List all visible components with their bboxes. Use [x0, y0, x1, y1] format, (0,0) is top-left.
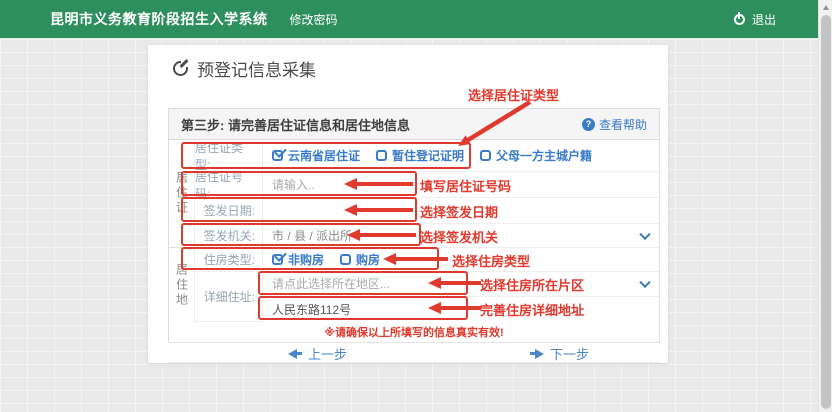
permit-number-cell [263, 172, 659, 198]
group-label-permit: 居住证 [169, 140, 195, 248]
page-title-text: 预登记信息采集 [197, 56, 316, 81]
permit-number-label: 居住证号码: [195, 172, 263, 198]
option-non-purchase[interactable]: 非购房 [272, 251, 324, 268]
option-parent-hukou[interactable]: 父母一方主城户籍 [480, 147, 592, 164]
address-area-select[interactable] [272, 277, 472, 291]
address-detail-input[interactable] [272, 303, 472, 317]
validity-notice: ※请确保以上所填写的信息真实有效! [169, 322, 659, 342]
step-nav: 上一步 下一步 [168, 342, 660, 363]
step-title: 第三步: 请完善居住证信息和居住地信息 [181, 115, 410, 134]
prev-step-button[interactable]: 上一步 [288, 343, 347, 364]
housing-type-options: 非购房 购房 [263, 248, 659, 272]
change-password-link[interactable]: 修改密码 [290, 11, 338, 28]
top-bar: 昆明市义务教育阶段招生入学系统 修改密码 退出 [0, 0, 818, 38]
unchecked-checkbox-icon[interactable] [480, 150, 491, 161]
issue-authority-cell: 市 / 县 / 派出所 [263, 224, 659, 248]
chevron-down-icon[interactable] [639, 277, 650, 288]
option-temp-registration[interactable]: 暂住登记证明 [376, 147, 464, 164]
help-question-icon [582, 118, 595, 131]
scroll-up-icon[interactable] [823, 5, 829, 10]
checked-checkbox-icon[interactable] [272, 254, 283, 265]
address-detail-cell [263, 297, 659, 322]
edit-pencil-icon [173, 61, 188, 76]
page-title: 预登记信息采集 [173, 56, 316, 81]
step-header: 第三步: 请完善居住证信息和居住地信息 查看帮助 [169, 109, 659, 140]
issue-authority-label: 签发机关: [195, 224, 263, 248]
permit-number-input[interactable] [272, 178, 472, 192]
issue-date-label: 签发日期: [195, 198, 263, 224]
permit-type-options: 云南省居住证 暂住登记证明 父母一方主城户籍 [263, 140, 659, 172]
scrollbar[interactable] [818, 0, 832, 412]
address-label: 详细住址: [195, 272, 263, 322]
logout-button[interactable]: 退出 [734, 11, 776, 28]
arrow-right-icon [530, 349, 544, 359]
housing-type-label: 住房类型: [195, 248, 263, 272]
group-label-residence: 居住地 [169, 248, 195, 322]
unchecked-checkbox-icon[interactable] [376, 150, 387, 161]
app-title: 昆明市义务教育阶段招生入学系统 [50, 9, 268, 29]
next-step-button[interactable]: 下一步 [530, 343, 589, 364]
checked-checkbox-icon[interactable] [272, 150, 283, 161]
power-icon [734, 14, 745, 25]
option-yunnan-permit[interactable]: 云南省居住证 [272, 147, 360, 164]
address-area-cell [263, 272, 659, 297]
chevron-down-icon[interactable] [639, 228, 650, 239]
issue-authority-value[interactable]: 市 / 县 / 派出所 [272, 227, 352, 244]
unchecked-checkbox-icon[interactable] [340, 254, 351, 265]
page: 昆明市义务教育阶段招生入学系统 修改密码 退出 预登记信息采集 第三步: 请完善… [0, 0, 832, 412]
issue-date-input[interactable] [272, 204, 472, 218]
option-purchase[interactable]: 购房 [340, 251, 380, 268]
residence-form-table: 第三步: 请完善居住证信息和居住地信息 查看帮助 居住证 居住地 居住证类型: … [168, 108, 660, 343]
view-help-link[interactable]: 查看帮助 [582, 116, 647, 133]
logout-label: 退出 [752, 11, 776, 28]
arrow-left-icon [288, 349, 302, 359]
issue-date-cell [263, 198, 659, 224]
scrollbar-thumb[interactable] [821, 15, 831, 409]
help-label: 查看帮助 [599, 116, 647, 133]
